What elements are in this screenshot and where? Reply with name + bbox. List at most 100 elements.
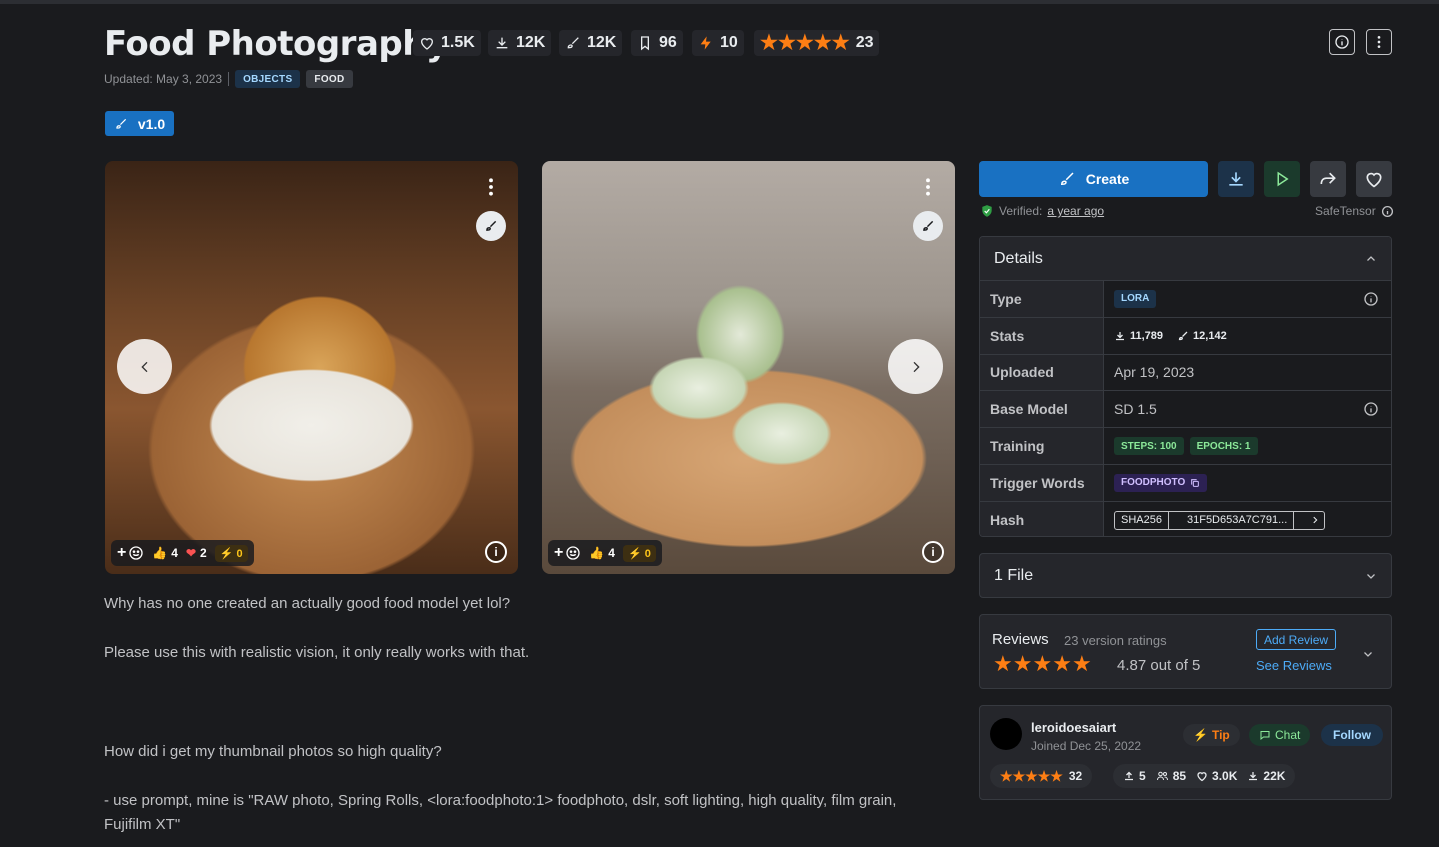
buzz-stat[interactable]: 10: [692, 30, 744, 56]
users-icon: [1156, 771, 1168, 781]
description-paragraph: Please use this with realistic vision, i…: [104, 644, 530, 661]
bookmark-icon: [641, 36, 649, 51]
star-icon: ★: [777, 32, 796, 54]
thumbs-up-icon: 👍: [589, 546, 605, 560]
follow-button[interactable]: Follow: [1321, 724, 1383, 746]
info-icon: i: [494, 545, 498, 559]
creator-name[interactable]: leroidoesaiart: [1031, 720, 1116, 735]
more-button[interactable]: [1366, 29, 1392, 55]
description-paragraph: How did i get my thumbnail photos so hig…: [104, 743, 442, 760]
updated-date: Updated: May 3, 2023: [104, 72, 223, 86]
generations-value: 12,142: [1193, 329, 1227, 342]
rating-stat[interactable]: ★ ★ ★ ★ ★ 23: [754, 30, 880, 56]
tip-button[interactable]: ⚡ Tip: [1183, 724, 1240, 746]
chevron-right-icon: [1313, 516, 1318, 524]
add-reaction-button[interactable]: +: [117, 544, 144, 562]
image-menu-button[interactable]: [479, 175, 503, 199]
like-count: 4: [171, 546, 178, 560]
star-icon: ★: [1037, 768, 1051, 784]
downloads-stat: 22K: [1247, 769, 1285, 783]
run-button[interactable]: [1264, 161, 1300, 197]
epochs-badge: EPOCHS: 1: [1189, 437, 1258, 456]
remix-button[interactable]: [913, 211, 943, 241]
top-border: [0, 0, 1439, 4]
dots-vertical-icon: [1377, 36, 1381, 48]
gallery-next-button[interactable]: [888, 339, 943, 394]
bookmarks-stat[interactable]: 96: [631, 30, 683, 56]
likes-stat[interactable]: 1.5K: [413, 30, 481, 56]
details-panel: Details Type LORA Stats 11,789 12,142 Up…: [979, 236, 1392, 537]
tag-food[interactable]: FOOD: [306, 70, 353, 88]
chat-button[interactable]: Chat: [1249, 724, 1311, 746]
version-label: v1.0: [137, 115, 166, 132]
info-icon[interactable]: [1363, 291, 1379, 307]
description-paragraph: - use prompt, mine is "RAW photo, Spring…: [104, 792, 897, 833]
download-icon: [1116, 331, 1124, 340]
trigger-word-badge[interactable]: FOODPHOTO: [1114, 473, 1208, 492]
stat-generations: 12,142: [1177, 330, 1227, 342]
like-reaction[interactable]: 👍 4: [152, 546, 178, 560]
create-button[interactable]: Create: [979, 161, 1208, 197]
tag-objects[interactable]: OBJECTS: [235, 70, 301, 88]
add-reaction-button[interactable]: +: [554, 544, 581, 562]
hash-box[interactable]: SHA256 31F5D653A7C791...: [1114, 510, 1326, 530]
row-label: Uploaded: [980, 354, 1104, 391]
image-info-button[interactable]: i: [922, 541, 944, 563]
share-button[interactable]: [1310, 161, 1346, 197]
image-menu-button[interactable]: [916, 175, 940, 199]
details-header[interactable]: Details: [980, 237, 1391, 281]
star-icon: ★: [795, 32, 814, 54]
play-icon: [1277, 171, 1289, 187]
bookmarks-count: 96: [659, 34, 677, 51]
buzz-reaction[interactable]: ⚡ 0: [214, 544, 248, 562]
downloads-stat[interactable]: 12K: [488, 30, 552, 56]
smile-icon: [566, 546, 581, 560]
dots-vertical-icon: [926, 178, 930, 196]
creator-joined: Joined Dec 25, 2022: [1031, 739, 1142, 753]
favorite-button[interactable]: [1356, 161, 1392, 197]
avatar[interactable]: [990, 718, 1022, 750]
bolt-icon: [700, 36, 711, 50]
heart-reaction[interactable]: ❤ 2: [186, 546, 207, 560]
row-label: Training: [980, 428, 1104, 464]
row-label: Stats: [980, 317, 1104, 354]
download-icon: [496, 37, 508, 49]
hash-type: SHA256: [1121, 514, 1162, 527]
divider: [1293, 511, 1306, 529]
like-reaction[interactable]: 👍 4: [589, 546, 615, 560]
reviews-panel: Reviews 23 version ratings ★ ★ ★ ★ ★ 4.87 ou…: [979, 614, 1392, 689]
info-button[interactable]: [1329, 29, 1355, 55]
info-icon[interactable]: [1363, 401, 1379, 417]
buzz-reaction[interactable]: ⚡ 0: [622, 544, 656, 562]
version-button[interactable]: v1.0: [105, 111, 174, 136]
review-stars: ★ ★ ★ ★ ★: [993, 653, 1092, 675]
download-button[interactable]: [1218, 161, 1254, 197]
download-icon: [1229, 172, 1243, 186]
remix-button[interactable]: [476, 211, 506, 241]
add-review-button[interactable]: Add Review: [1256, 629, 1337, 650]
heart-icon: ❤: [185, 546, 197, 560]
info-icon: i: [931, 545, 935, 559]
image-info-button[interactable]: i: [485, 541, 507, 563]
row-label: Type: [980, 281, 1104, 317]
generations-count: 12K: [587, 34, 617, 51]
chat-label: Chat: [1275, 728, 1301, 742]
generations-stat[interactable]: 12K: [559, 30, 623, 56]
details-row-type: Type LORA: [980, 281, 1391, 318]
share-icon: [1320, 172, 1336, 185]
heart-icon: [1366, 172, 1382, 188]
creator-stats: 5 85 3.0K 22K: [1113, 764, 1296, 788]
gallery-prev-button[interactable]: [117, 339, 172, 394]
dots-vertical-icon: [489, 178, 493, 196]
verified-time[interactable]: a year ago: [1047, 204, 1104, 218]
hash-next-button[interactable]: [1306, 515, 1324, 525]
info-icon[interactable]: [1381, 205, 1394, 218]
brush-icon: [567, 37, 579, 49]
see-reviews-link[interactable]: See Reviews: [1256, 658, 1332, 673]
download-icon: [1249, 772, 1258, 781]
chevron-down-icon[interactable]: [1362, 648, 1374, 660]
files-accordion[interactable]: 1 File: [979, 553, 1392, 598]
details-row-base-model: Base Model SD 1.5: [980, 391, 1391, 429]
details-row-training: Training STEPS: 100 EPOCHS: 1: [980, 428, 1391, 465]
chevron-left-icon: [140, 361, 147, 372]
